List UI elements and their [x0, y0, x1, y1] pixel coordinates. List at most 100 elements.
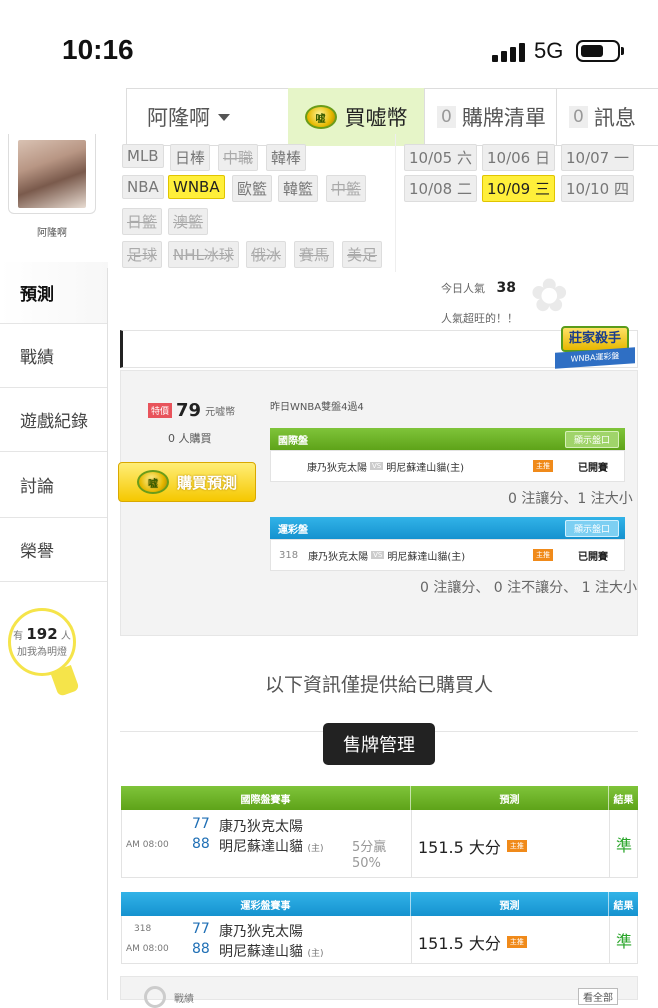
league-soccer[interactable]: 足球: [122, 241, 163, 268]
intl-summary: 0 注讓分、1 注大小: [508, 491, 633, 507]
result: 準: [616, 932, 633, 951]
buy-coin-button[interactable]: 嘘 買嘘幣: [288, 88, 424, 146]
sidebar-item-discuss[interactable]: 討論: [0, 452, 108, 518]
lottery-game-row: 318 康乃狄克太陽 VS 明尼蘇達山貓(主) 主推 已開賽: [270, 539, 625, 571]
away-team: 康乃狄克太陽: [307, 462, 367, 474]
pick: 151.5 大分 主推: [418, 834, 527, 858]
yesterday-record: 昨日WNBA雙盤4過4: [270, 402, 364, 413]
league-nfl[interactable]: 美足: [342, 241, 383, 268]
away-team: 康乃狄克太陽: [308, 551, 369, 563]
target-icon: [144, 986, 166, 1008]
league-kr-basketball[interactable]: 韓籃: [278, 175, 319, 202]
sale-tag: 特價: [148, 403, 173, 418]
status-time: 10:16: [62, 34, 134, 65]
messages-label: 訊息: [593, 106, 636, 130]
bookie-killer-badge: 莊家殺手 WNBA運彩盤: [555, 324, 635, 372]
league-jp-baseball[interactable]: 日棒: [170, 144, 211, 171]
messages-button[interactable]: 0 訊息: [556, 88, 658, 146]
home-number: 88: [192, 836, 210, 852]
divider: [609, 916, 610, 963]
league-horse-racing[interactable]: 賽馬: [294, 241, 335, 268]
league-kbo[interactable]: 韓棒: [266, 144, 307, 171]
home-team: 明尼蘇達山貓 (主): [219, 836, 323, 856]
lottery-table-header: 運彩盤賽事 預測 結果: [121, 892, 638, 916]
record-label: 戰績: [174, 994, 194, 1005]
league-mlb[interactable]: MLB: [122, 144, 164, 168]
main-pick-tag: 主推: [533, 460, 553, 472]
sidebar-item-record[interactable]: 戰績: [0, 324, 108, 388]
record-box: [120, 976, 638, 1000]
sidebar-item-predict[interactable]: 預測: [0, 262, 108, 324]
pick: 151.5 大分 主推: [418, 930, 527, 954]
buy-coin-label: 買嘘幣: [344, 106, 408, 130]
show-odds-button[interactable]: 顯示盤口: [564, 430, 619, 448]
fans-suffix: 人: [60, 631, 71, 642]
divider: [609, 810, 610, 877]
popularity-value: 38: [496, 280, 516, 296]
home-team: 明尼蘇達山貓 (主): [219, 941, 323, 961]
battery-tip: [621, 47, 624, 55]
sidebar-item-game-log[interactable]: 遊戲紀錄: [0, 388, 108, 452]
user-menu[interactable]: 阿隆啊: [126, 88, 288, 146]
intl-section-title: 國際盤: [278, 435, 308, 447]
sidebar-item-honor[interactable]: 榮譽: [0, 518, 108, 582]
col-pick: 預測: [411, 786, 609, 810]
watermark-logo: ✿: [530, 268, 569, 322]
home-team: 明尼蘇達山貓(主): [387, 551, 466, 563]
lottery-section-title: 運彩盤: [278, 524, 308, 536]
table-row: AM 08:00 77 康乃狄克太陽 88 明尼蘇達山貓 (主) 5分贏 50%…: [121, 810, 638, 878]
popularity-note: 人氣超旺的！！: [441, 312, 518, 325]
see-all-button[interactable]: 看全部: [578, 988, 618, 1005]
popularity: 今日人氣 38: [441, 280, 516, 296]
league-wnba[interactable]: WNBA: [168, 175, 225, 199]
main-pick-tag: 主推: [533, 549, 553, 561]
price: 特價 79 元嘘幣: [148, 400, 235, 421]
profile-name: 阿隆啊: [37, 228, 67, 239]
date-1010[interactable]: 10/10 四: [561, 175, 634, 202]
date-1005[interactable]: 10/05 六: [404, 144, 477, 171]
league-cn-basketball[interactable]: 中籃: [326, 175, 367, 202]
messages-count: 0: [569, 106, 588, 128]
win-note: 5分贏: [352, 840, 387, 855]
away-team: 康乃狄克太陽: [219, 819, 303, 835]
home-team-name: 明尼蘇達山貓: [219, 944, 303, 960]
vs-icon: VS: [370, 462, 384, 470]
league-euro-basketball[interactable]: 歐籃: [232, 175, 273, 202]
date-1007[interactable]: 10/07 一: [561, 144, 634, 171]
pick-value: 151.5 大分: [418, 934, 501, 953]
league-cpbl[interactable]: 中職: [218, 144, 259, 171]
league-jp-basketball[interactable]: 日籃: [122, 208, 163, 235]
avatar[interactable]: [18, 140, 86, 208]
manage-sales-button[interactable]: 售牌管理: [323, 723, 435, 765]
price-unit: 元嘘幣: [205, 407, 236, 418]
main-pick-tag: 主推: [506, 936, 527, 948]
away-number: 77: [192, 921, 210, 937]
game-status: 已開賽: [578, 551, 608, 563]
game-id: 318: [279, 549, 299, 561]
signal-icon: [492, 42, 526, 62]
league-au-basketball[interactable]: 澳籃: [168, 208, 209, 235]
col-event: 國際盤賽事: [121, 786, 411, 810]
home-mark: (主): [307, 844, 324, 854]
show-odds-button[interactable]: 顯示盤口: [564, 519, 619, 537]
col-result: 結果: [613, 900, 634, 912]
cart-button[interactable]: 0 購牌清單: [424, 88, 556, 146]
league-ru-hockey[interactable]: 俄冰: [246, 241, 287, 268]
intl-game-row: 康乃狄克太陽 VS 明尼蘇達山貓(主) 主推 已開賽: [270, 450, 625, 482]
league-nba[interactable]: NBA: [122, 175, 164, 199]
col-result: 結果: [613, 794, 634, 806]
cart-count: 0: [437, 106, 456, 128]
fans-action: 加我為明燈: [17, 647, 67, 658]
intl-section-header: 國際盤 顯示盤口: [270, 428, 625, 450]
date-1006[interactable]: 10/06 日: [482, 144, 555, 171]
buy-prediction-button[interactable]: 嘘 購買預測: [118, 462, 256, 502]
league-nhl[interactable]: NHL冰球: [168, 241, 239, 268]
home-team-name: 明尼蘇達山貓: [219, 839, 303, 855]
home-mark: (主): [307, 949, 324, 959]
away-number: 77: [192, 816, 210, 832]
divider: [411, 916, 412, 963]
date-1009[interactable]: 10/09 三: [482, 175, 555, 202]
date-1008[interactable]: 10/08 二: [404, 175, 477, 202]
sidebar-edge: [107, 268, 108, 1000]
home-team: 明尼蘇達山貓(主): [386, 462, 465, 474]
